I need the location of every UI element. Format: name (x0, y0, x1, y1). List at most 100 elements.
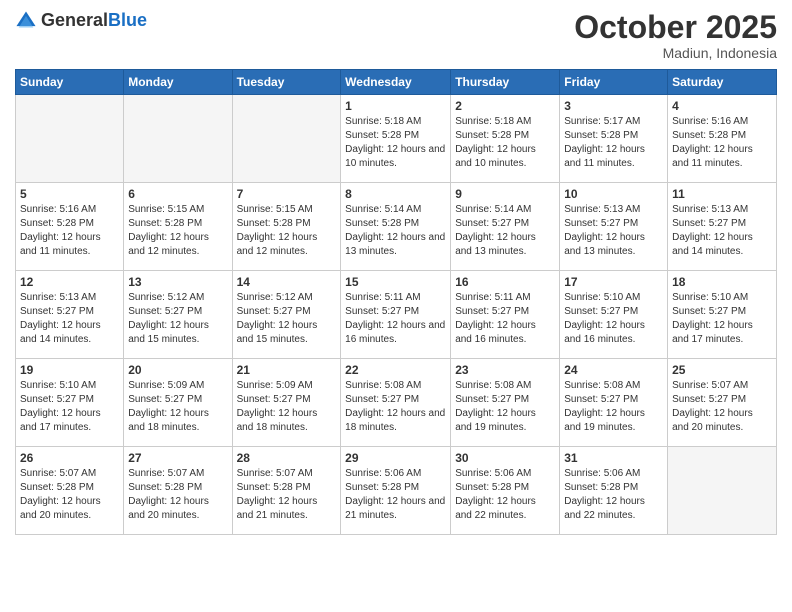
calendar-cell: 28Sunrise: 5:07 AM Sunset: 5:28 PM Dayli… (232, 447, 341, 535)
day-number: 14 (237, 275, 337, 289)
day-number: 21 (237, 363, 337, 377)
calendar-cell: 16 Sunrise: 5:11 AM Sunset: 5:27 PM Dayli… (451, 271, 560, 359)
day-number: 17 (564, 275, 663, 289)
day-number: 3 (564, 99, 663, 113)
header: GeneralBlue October 2025 Madiun, Indones… (15, 10, 777, 61)
month-title: October 2025 (574, 10, 777, 45)
day-info: Sunrise: 5:09 AM Sunset: 5:27 PM Dayligh… (237, 379, 337, 435)
calendar-cell: 10 Sunrise: 5:13 AM Sunset: 5:27 PM Dayli… (560, 183, 668, 271)
week-row-5: 26 Sunrise: 5:07 AM Sunset: 5:28 PM Dayli… (16, 447, 777, 535)
calendar-cell: 8Sunrise: 5:14 AM Sunset: 5:28 PM Daylig… (341, 183, 451, 271)
day-info: Sunrise: 5:09 AM Sunset: 5:27 PM Dayligh… (128, 379, 227, 435)
day-info: Sunrise: 5:13 AM Sunset: 5:27 PM Dayligh… (564, 203, 663, 259)
day-number: 5 (20, 187, 119, 201)
calendar-cell: 25 Sunrise: 5:07 AM Sunset: 5:27 PM Dayli… (668, 359, 777, 447)
calendar-cell: 6Sunrise: 5:15 AM Sunset: 5:28 PM Daylig… (124, 183, 232, 271)
day-number: 11 (672, 187, 772, 201)
day-info: Sunrise: 5:07 AM Sunset: 5:28 PM Dayligh… (237, 467, 337, 523)
day-info: Sunrise: 5:14 AM Sunset: 5:27 PM Dayligh… (455, 203, 555, 259)
day-number: 25 (672, 363, 772, 377)
day-info: Sunrise: 5:08 AM Sunset: 5:27 PM Dayligh… (455, 379, 555, 435)
title-block: October 2025 Madiun, Indonesia (574, 10, 777, 61)
weekday-tuesday: Tuesday (232, 70, 341, 95)
day-number: 10 (564, 187, 663, 201)
day-info: Sunrise: 5:06 AM Sunset: 5:28 PM Dayligh… (564, 467, 663, 523)
week-row-4: 19Sunrise: 5:10 AM Sunset: 5:27 PM Dayli… (16, 359, 777, 447)
day-number: 4 (672, 99, 772, 113)
day-number: 7 (237, 187, 337, 201)
day-info: Sunrise: 5:11 AM Sunset: 5:27 PM Dayligh… (345, 291, 446, 347)
calendar-cell: 3 Sunrise: 5:17 AM Sunset: 5:28 PM Daylig… (560, 95, 668, 183)
logo-general-text: General (41, 11, 108, 31)
calendar-cell: 11 Sunrise: 5:13 AM Sunset: 5:27 PM Dayli… (668, 183, 777, 271)
day-number: 12 (20, 275, 119, 289)
weekday-header-row: SundayMondayTuesdayWednesdayThursdayFrid… (16, 70, 777, 95)
day-number: 30 (455, 451, 555, 465)
calendar-cell: 20 Sunrise: 5:09 AM Sunset: 5:27 PM Dayli… (124, 359, 232, 447)
weekday-monday: Monday (124, 70, 232, 95)
calendar-cell: 17 Sunrise: 5:10 AM Sunset: 5:27 PM Dayli… (560, 271, 668, 359)
calendar-table: SundayMondayTuesdayWednesdayThursdayFrid… (15, 69, 777, 535)
day-info: Sunrise: 5:18 AM Sunset: 5:28 PM Dayligh… (345, 115, 446, 171)
day-info: Sunrise: 5:12 AM Sunset: 5:27 PM Dayligh… (237, 291, 337, 347)
day-number: 27 (128, 451, 227, 465)
day-info: Sunrise: 5:07 AM Sunset: 5:28 PM Dayligh… (20, 467, 119, 523)
day-number: 26 (20, 451, 119, 465)
day-info: Sunrise: 5:17 AM Sunset: 5:28 PM Dayligh… (564, 115, 663, 171)
day-info: Sunrise: 5:10 AM Sunset: 5:27 PM Dayligh… (20, 379, 119, 435)
day-number: 22 (345, 363, 446, 377)
page: GeneralBlue October 2025 Madiun, Indones… (0, 0, 792, 612)
day-info: Sunrise: 5:10 AM Sunset: 5:27 PM Dayligh… (672, 291, 772, 347)
calendar-cell: 23Sunrise: 5:08 AM Sunset: 5:27 PM Dayli… (451, 359, 560, 447)
calendar-cell: 29 Sunrise: 5:06 AM Sunset: 5:28 PM Dayli… (341, 447, 451, 535)
day-info: Sunrise: 5:12 AM Sunset: 5:27 PM Dayligh… (128, 291, 227, 347)
calendar-cell (16, 95, 124, 183)
day-info: Sunrise: 5:16 AM Sunset: 5:28 PM Dayligh… (20, 203, 119, 259)
week-row-1: 1 Sunrise: 5:18 AM Sunset: 5:28 PM Daylig… (16, 95, 777, 183)
calendar-cell: 2 Sunrise: 5:18 AM Sunset: 5:28 PM Daylig… (451, 95, 560, 183)
day-info: Sunrise: 5:16 AM Sunset: 5:28 PM Dayligh… (672, 115, 772, 171)
calendar-cell: 9 Sunrise: 5:14 AM Sunset: 5:27 PM Daylig… (451, 183, 560, 271)
day-number: 13 (128, 275, 227, 289)
calendar-cell (232, 95, 341, 183)
calendar-cell: 27 Sunrise: 5:07 AM Sunset: 5:28 PM Dayli… (124, 447, 232, 535)
day-info: Sunrise: 5:08 AM Sunset: 5:27 PM Dayligh… (345, 379, 446, 435)
calendar-cell: 21 Sunrise: 5:09 AM Sunset: 5:27 PM Dayli… (232, 359, 341, 447)
calendar-cell: 30Sunrise: 5:06 AM Sunset: 5:28 PM Dayli… (451, 447, 560, 535)
day-info: Sunrise: 5:11 AM Sunset: 5:27 PM Dayligh… (455, 291, 555, 347)
calendar-cell: 19Sunrise: 5:10 AM Sunset: 5:27 PM Dayli… (16, 359, 124, 447)
day-number: 20 (128, 363, 227, 377)
day-number: 2 (455, 99, 555, 113)
logo-blue-text: Blue (108, 11, 147, 31)
calendar-cell: 26 Sunrise: 5:07 AM Sunset: 5:28 PM Dayli… (16, 447, 124, 535)
calendar-cell: 5 Sunrise: 5:16 AM Sunset: 5:28 PM Daylig… (16, 183, 124, 271)
day-number: 1 (345, 99, 446, 113)
day-number: 9 (455, 187, 555, 201)
calendar-cell: 18Sunrise: 5:10 AM Sunset: 5:27 PM Dayli… (668, 271, 777, 359)
day-number: 29 (345, 451, 446, 465)
day-info: Sunrise: 5:07 AM Sunset: 5:27 PM Dayligh… (672, 379, 772, 435)
day-info: Sunrise: 5:18 AM Sunset: 5:28 PM Dayligh… (455, 115, 555, 171)
day-info: Sunrise: 5:06 AM Sunset: 5:28 PM Dayligh… (345, 467, 446, 523)
weekday-thursday: Thursday (451, 70, 560, 95)
day-info: Sunrise: 5:15 AM Sunset: 5:28 PM Dayligh… (128, 203, 227, 259)
day-number: 31 (564, 451, 663, 465)
day-number: 16 (455, 275, 555, 289)
logo: GeneralBlue (15, 10, 147, 32)
calendar-cell (668, 447, 777, 535)
weekday-sunday: Sunday (16, 70, 124, 95)
calendar-cell: 7Sunrise: 5:15 AM Sunset: 5:28 PM Daylig… (232, 183, 341, 271)
calendar-cell: 22 Sunrise: 5:08 AM Sunset: 5:27 PM Dayli… (341, 359, 451, 447)
day-info: Sunrise: 5:07 AM Sunset: 5:28 PM Dayligh… (128, 467, 227, 523)
day-number: 8 (345, 187, 446, 201)
day-info: Sunrise: 5:13 AM Sunset: 5:27 PM Dayligh… (672, 203, 772, 259)
day-info: Sunrise: 5:10 AM Sunset: 5:27 PM Dayligh… (564, 291, 663, 347)
calendar-cell: 14 Sunrise: 5:12 AM Sunset: 5:27 PM Dayli… (232, 271, 341, 359)
day-number: 15 (345, 275, 446, 289)
calendar-cell: 13 Sunrise: 5:12 AM Sunset: 5:27 PM Dayli… (124, 271, 232, 359)
calendar-cell: 4 Sunrise: 5:16 AM Sunset: 5:28 PM Daylig… (668, 95, 777, 183)
weekday-saturday: Saturday (668, 70, 777, 95)
week-row-2: 5 Sunrise: 5:16 AM Sunset: 5:28 PM Daylig… (16, 183, 777, 271)
day-info: Sunrise: 5:13 AM Sunset: 5:27 PM Dayligh… (20, 291, 119, 347)
calendar-cell: 15 Sunrise: 5:11 AM Sunset: 5:27 PM Dayli… (341, 271, 451, 359)
